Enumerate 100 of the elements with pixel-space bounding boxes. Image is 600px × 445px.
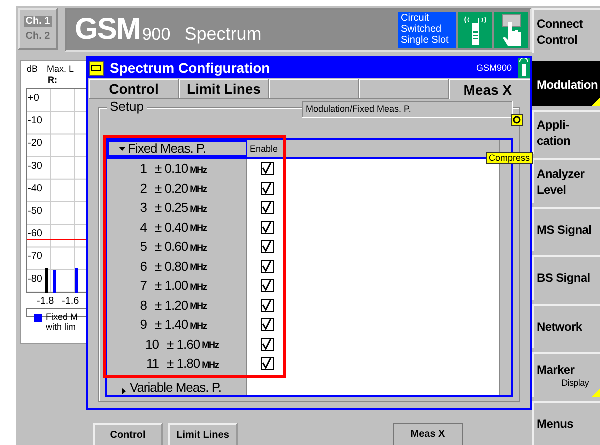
checkbox[interactable] <box>260 220 274 234</box>
axis-label: -80 <box>28 274 42 285</box>
frequency-offset: ± 0.25 <box>155 200 188 216</box>
unit-label: MHz <box>190 282 208 292</box>
compress-label[interactable]: Compress <box>486 152 533 164</box>
checkbox[interactable] <box>260 182 274 195</box>
unit-label: MHz <box>190 301 208 312</box>
legend-text: Fixed M with lim <box>46 312 78 334</box>
trace-label: Max. L <box>47 64 74 74</box>
trace-bar <box>75 268 78 293</box>
unit-label: MHz <box>190 262 208 272</box>
row-number: 5 <box>139 239 148 254</box>
softkey-button[interactable]: BS Signal <box>532 255 600 300</box>
touch-button[interactable] <box>494 12 528 48</box>
refresh-icon[interactable] <box>511 114 523 126</box>
connection-status: Circuit Switched Single Slot <box>398 12 456 48</box>
path-field: Modulation/Fixed Meas. P. <box>302 101 513 118</box>
softkey-button[interactable]: Modulation <box>532 61 600 106</box>
axis-label: -70 <box>28 251 42 262</box>
row-number: 11 <box>146 356 160 372</box>
row-number: 10 <box>144 336 160 352</box>
band-label: GSM900 <box>476 63 512 73</box>
unit-label: MHz <box>202 340 220 350</box>
row-number: 9 <box>139 317 148 332</box>
frequency-offset: ± 1.00 <box>155 278 188 294</box>
frequency-offset: ± 0.20 <box>155 180 188 196</box>
softkey-button[interactable]: MS Signal <box>532 206 600 252</box>
frequency-offset: ± 1.20 <box>155 298 188 313</box>
marker-label: R: <box>48 75 58 85</box>
axis-label: -60 <box>28 228 42 240</box>
axis-label: -1.6 <box>62 296 80 307</box>
frequency-offset: ± 0.10 <box>155 161 188 176</box>
frequency-offset: ± 1.40 <box>155 317 188 332</box>
trace-bar <box>45 268 48 293</box>
hotkey-button[interactable]: Limit Lines <box>168 423 238 445</box>
frequency-offset: ± 1.60 <box>167 336 200 352</box>
unit-label: dB <box>27 64 38 74</box>
hotkey-button[interactable]: Meas X <box>393 423 463 445</box>
frequency-offset: ± 0.80 <box>155 258 188 274</box>
tree-node[interactable]: Fixed Meas. P. <box>107 140 247 157</box>
checkbox[interactable] <box>260 298 274 312</box>
node-label: Variable Meas. P. <box>130 380 222 395</box>
unit-label: MHz <box>190 164 208 175</box>
group-title: Setup <box>107 99 147 114</box>
checkbox[interactable] <box>260 260 274 273</box>
softkey-button[interactable]: Menus <box>532 400 600 445</box>
checkbox[interactable] <box>260 162 274 176</box>
axis-label: -20 <box>28 138 42 150</box>
tab[interactable]: Control <box>89 79 179 99</box>
tab[interactable]: Limit Lines <box>179 79 269 99</box>
unit-label: MHz <box>190 223 208 234</box>
softkey-button[interactable]: Appli- cation <box>532 110 600 154</box>
checkbox[interactable] <box>260 338 274 351</box>
tab[interactable]: Meas X <box>449 79 530 99</box>
checkbox[interactable] <box>260 318 274 332</box>
check-icon <box>262 202 272 214</box>
check-icon <box>262 260 272 272</box>
mobile-phone-icon <box>462 15 488 45</box>
axis-label: -10 <box>28 116 42 127</box>
legend-swatch <box>34 314 42 322</box>
unit-label: MHz <box>190 184 208 194</box>
row-number: 6 <box>139 258 148 274</box>
checkbox[interactable] <box>260 201 274 214</box>
frequency-offset: ± 0.40 <box>155 220 188 235</box>
trace-bar <box>53 270 56 293</box>
softkey-button[interactable]: Analyzer Level <box>532 158 600 203</box>
check-icon <box>262 338 272 350</box>
row-number: 3 <box>139 200 148 216</box>
check-icon <box>262 319 272 330</box>
checkbox[interactable] <box>260 240 274 254</box>
node-label: Fixed Meas. P. <box>128 141 206 156</box>
check-icon <box>262 241 272 252</box>
application-title: Spectrum <box>184 24 263 44</box>
axis-label: -50 <box>28 206 42 217</box>
phone-status-button[interactable] <box>458 12 492 48</box>
row-number: 2 <box>139 180 148 196</box>
row-number: 4 <box>139 220 148 235</box>
axis-label: -40 <box>28 183 42 194</box>
check-icon <box>262 280 272 292</box>
collapsed-arrow-icon <box>121 388 128 395</box>
unit-label: MHz <box>190 242 208 253</box>
checkbox[interactable] <box>260 357 274 370</box>
axis-label: -30 <box>28 160 42 172</box>
row-number: 1 <box>139 161 148 176</box>
unit-label: MHz <box>202 360 220 370</box>
band-name: 900 <box>142 25 171 45</box>
hotkey-button[interactable]: Control <box>93 423 163 445</box>
frequency-offset: ± 1.80 <box>167 356 200 372</box>
axis-label: +0 <box>28 93 40 104</box>
softkey-button[interactable]: Network <box>532 304 600 348</box>
expanded-arrow-icon <box>119 145 126 152</box>
check-icon <box>262 222 272 233</box>
minimize-icon[interactable] <box>89 60 104 76</box>
softkey-button[interactable]: Marker Display <box>532 352 600 397</box>
check-icon <box>262 182 272 194</box>
column-header: Enable <box>249 142 280 156</box>
check-icon <box>262 358 272 370</box>
checkbox[interactable] <box>260 279 274 292</box>
connect-control-button[interactable]: Connect Control <box>532 8 600 54</box>
row-number: 7 <box>139 278 148 294</box>
